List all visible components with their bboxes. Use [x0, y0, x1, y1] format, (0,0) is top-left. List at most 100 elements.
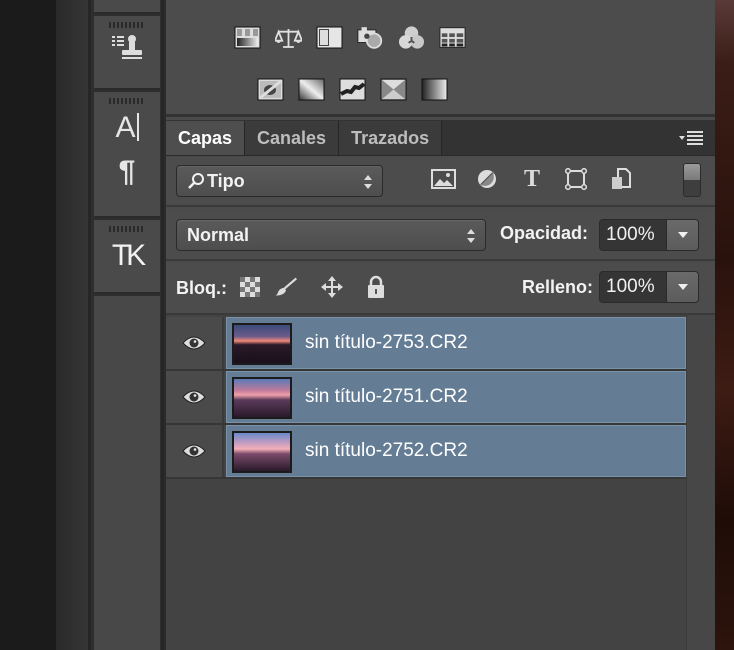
color-balance-button[interactable]	[275, 25, 302, 50]
layer-item[interactable]: sin título-2753.CR2	[226, 317, 686, 369]
fill-field: 100%	[599, 271, 699, 303]
opacity-input[interactable]: 100%	[600, 220, 666, 250]
levels-button[interactable]	[234, 25, 261, 50]
clone-source-button[interactable]	[94, 28, 160, 68]
clone-source-icon	[110, 33, 144, 63]
dock-group-top	[94, 0, 160, 14]
lock-image-pixels-button[interactable]	[274, 274, 298, 300]
search-icon	[188, 173, 204, 189]
tab-canales[interactable]: Canales	[245, 121, 340, 155]
pixel-layer-filter-icon	[430, 169, 456, 189]
posterize-button[interactable]	[298, 77, 325, 102]
layer-row[interactable]: sin título-2751.CR2	[166, 371, 686, 425]
invert-button[interactable]	[257, 77, 284, 102]
opacity-field: 100%	[599, 219, 699, 251]
layer-item[interactable]: sin título-2751.CR2	[226, 371, 686, 423]
layers-scrollbar[interactable]	[686, 315, 717, 650]
checkerboard-icon	[240, 277, 260, 297]
exposure-icon	[316, 26, 343, 49]
smart-object-filter-button[interactable]	[608, 167, 634, 191]
adjustments-panel	[166, 0, 715, 117]
brush-icon	[275, 277, 297, 296]
workspace-background	[0, 0, 56, 650]
drag-grip[interactable]	[109, 98, 145, 104]
dock-empty	[94, 296, 160, 650]
fill-label: Relleno:	[522, 277, 594, 297]
lock-icon	[368, 275, 384, 298]
blend-mode-value: Normal	[187, 224, 250, 245]
selective-color-button[interactable]	[380, 77, 407, 102]
channel-mixer-button[interactable]	[398, 25, 425, 50]
fill-dropdown-button[interactable]	[666, 272, 698, 302]
filter-row: Tipo T	[166, 157, 715, 207]
photo-filter-button[interactable]	[357, 25, 384, 50]
lock-transparent-pixels-button[interactable]	[238, 274, 262, 300]
adjustment-filter-button[interactable]	[474, 167, 500, 191]
balance-icon	[275, 28, 302, 48]
toggle-on-half	[684, 164, 700, 180]
layers-list: sin título-2753.CR2 sin título-2751.CR2 …	[166, 315, 717, 650]
posterize-icon	[298, 78, 325, 101]
pixel-layer-filter-button[interactable]	[430, 167, 456, 191]
layer-item[interactable]: sin título-2752.CR2	[226, 425, 686, 477]
glyphs-tk-icon: TK	[111, 239, 146, 273]
lock-position-button[interactable]	[320, 274, 344, 300]
lock-row: Bloq.: Relleno: 100%	[166, 263, 715, 315]
panel-tabs: Capas Canales Trazados	[166, 120, 715, 156]
tab-capas[interactable]: Capas	[166, 121, 246, 155]
layer-name: sin título-2751.CR2	[305, 386, 468, 407]
chevron-down-icon	[677, 284, 688, 290]
exposure-button[interactable]	[316, 25, 343, 50]
channel-mixer-icon	[398, 25, 425, 49]
updown-arrows-icon	[467, 229, 475, 243]
canvas-image-edge	[715, 0, 734, 650]
filter-type-select[interactable]: Tipo	[176, 165, 383, 197]
glyphs-tk-label: TK	[111, 239, 146, 272]
type-filter-button[interactable]: T	[519, 165, 545, 192]
glyphs-button[interactable]: TK	[94, 236, 160, 276]
adjustments-row-2	[257, 77, 448, 102]
color-lookup-icon	[439, 27, 466, 48]
filter-toggle-switch[interactable]	[683, 163, 701, 197]
character-glyph: A	[115, 111, 136, 144]
eye-icon	[182, 336, 206, 350]
opacity-dropdown-button[interactable]	[666, 220, 698, 250]
drag-grip[interactable]	[109, 226, 145, 232]
layer-name: sin título-2752.CR2	[305, 440, 468, 461]
paragraph-button[interactable]: ¶	[94, 152, 160, 192]
eye-icon	[182, 390, 206, 404]
shape-filter-icon	[565, 168, 587, 190]
blend-mode-select[interactable]: Normal	[176, 219, 486, 251]
invert-icon	[257, 78, 284, 101]
photo-filter-icon	[357, 26, 383, 49]
shape-filter-button[interactable]	[563, 167, 589, 191]
layer-thumbnail	[232, 323, 292, 365]
panel-dock: A ¶ TK	[88, 0, 164, 650]
lock-all-button[interactable]	[364, 274, 388, 300]
chevron-down-icon	[677, 232, 688, 238]
visibility-toggle[interactable]	[166, 371, 224, 423]
toggle-off-half	[684, 180, 700, 196]
panel-menu-button[interactable]	[677, 130, 705, 146]
visibility-toggle[interactable]	[166, 317, 224, 369]
layer-row[interactable]: sin título-2753.CR2	[166, 317, 686, 371]
paragraph-icon: ¶	[118, 155, 136, 188]
character-button[interactable]: A	[94, 108, 160, 148]
filter-type-value: Tipo	[207, 170, 245, 191]
color-lookup-button[interactable]	[439, 25, 466, 50]
threshold-button[interactable]	[339, 77, 366, 102]
fill-input[interactable]: 100%	[600, 272, 666, 302]
visibility-toggle[interactable]	[166, 425, 224, 477]
threshold-icon	[339, 78, 366, 101]
layers-panel: Capas Canales Trazados Tipo T Normal Opa…	[164, 0, 717, 650]
type-filter-icon: T	[523, 165, 540, 192]
layer-thumbnail	[232, 377, 292, 419]
dock-group-type: A ¶	[94, 92, 160, 218]
layer-row[interactable]: sin título-2752.CR2	[166, 425, 686, 479]
gradient-map-button[interactable]	[421, 77, 448, 102]
lock-label: Bloq.:	[176, 278, 227, 298]
tab-trazados[interactable]: Trazados	[339, 121, 443, 155]
updown-arrows-icon	[364, 175, 372, 189]
blend-row: Normal Opacidad: 100%	[166, 209, 715, 261]
panel-menu-icon	[679, 131, 703, 145]
